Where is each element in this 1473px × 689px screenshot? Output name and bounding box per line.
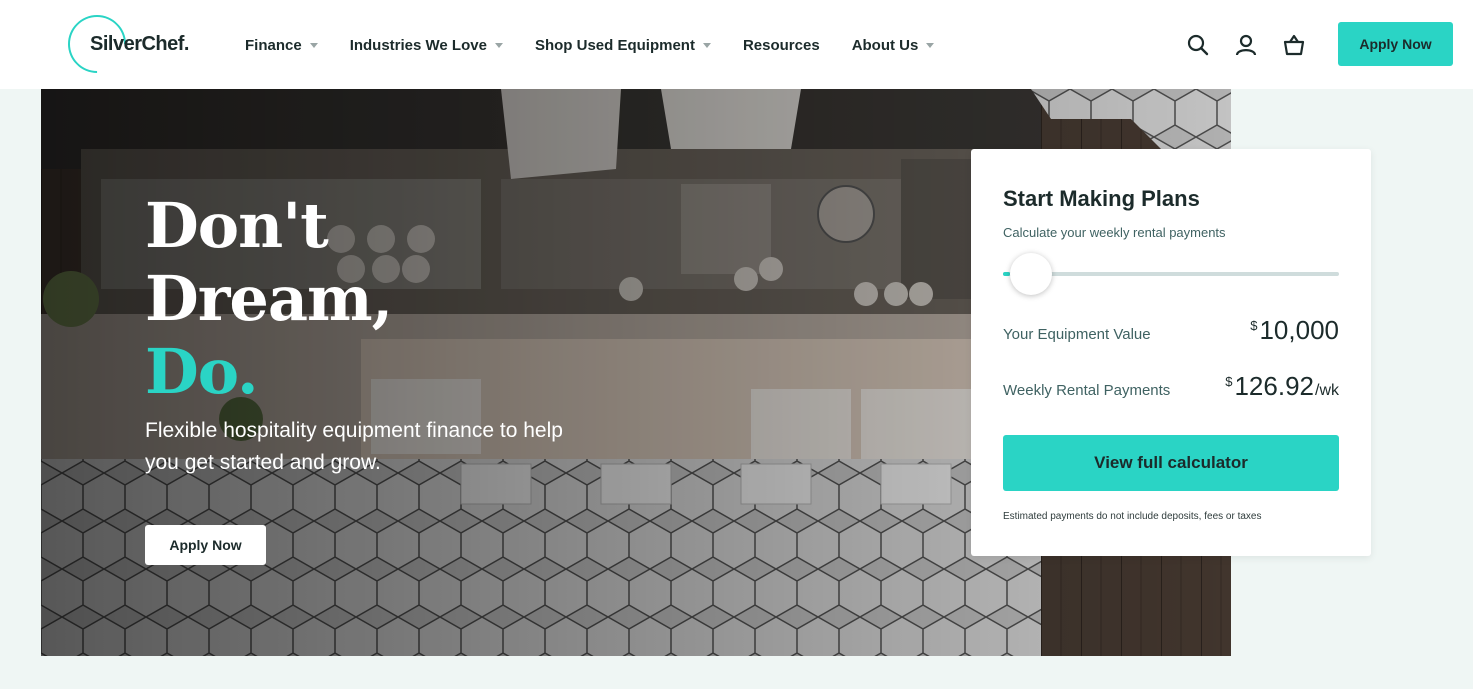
apply-now-button[interactable]: Apply Now	[1338, 22, 1453, 66]
slider-handle[interactable]	[1009, 253, 1052, 295]
logo-text: SilverChef.	[90, 33, 189, 55]
chevron-down-icon	[494, 42, 503, 48]
nav-item-label: Resources	[742, 36, 820, 54]
equipment-value-row: Your Equipment Value $10,000	[1003, 315, 1339, 346]
hero-apply-now-button[interactable]: Apply Now	[145, 525, 266, 565]
calculator-title: Start Making Plans	[1003, 186, 1200, 211]
weekly-payment-row: Weekly Rental Payments $126.92/wk	[1003, 371, 1339, 402]
nav-item-label: About Us	[851, 36, 919, 54]
nav-item-label: Shop Used Equipment	[534, 36, 695, 54]
equipment-value-amount: 10,000	[1259, 315, 1339, 345]
user-icon[interactable]	[1234, 33, 1258, 57]
chevron-down-icon	[702, 42, 711, 48]
rental-calculator-card: Start Making Plans Calculate your weekly…	[971, 149, 1371, 556]
weekly-unit: /wk	[1315, 382, 1339, 399]
calculator-disclaimer: Estimated payments do not include deposi…	[1003, 511, 1262, 522]
basket-icon[interactable]	[1282, 33, 1306, 57]
weekly-payment-amount: 126.92	[1234, 371, 1314, 401]
currency-symbol: $	[1250, 318, 1258, 333]
hero-headline: Don't Dream, Do.	[145, 189, 393, 408]
silverchef-logo[interactable]: SilverChef.	[55, 2, 192, 86]
search-icon[interactable]	[1186, 33, 1210, 57]
chevron-down-icon	[926, 42, 935, 48]
headline-line-2: Dream,	[145, 262, 393, 335]
equipment-value-label: Your Equipment Value	[1003, 326, 1151, 343]
calculator-subtitle: Calculate your weekly rental payments	[1003, 225, 1226, 240]
site-header: SilverChef. Finance Industries We Love S…	[0, 0, 1473, 89]
equipment-value: $10,000	[1250, 315, 1339, 346]
currency-symbol: $	[1225, 374, 1233, 389]
nav-item-label: Industries We Love	[349, 36, 487, 54]
hero-subtext: Flexible hospitality equipment finance t…	[145, 419, 563, 474]
nav-item-label: Finance	[245, 36, 302, 54]
nav-item-about-us[interactable]: About Us	[852, 37, 935, 54]
nav-item-shop-used-equipment[interactable]: Shop Used Equipment	[535, 37, 711, 54]
headline-line-3: Do.	[145, 335, 259, 408]
view-full-calculator-button[interactable]: View full calculator	[1003, 435, 1339, 491]
main-nav: Finance Industries We Love Shop Used Equ…	[245, 35, 966, 55]
nav-item-resources[interactable]: Resources	[743, 37, 820, 54]
weekly-payment-value: $126.92/wk	[1225, 371, 1339, 402]
equipment-value-slider[interactable]	[1003, 272, 1339, 276]
weekly-payment-label: Weekly Rental Payments	[1003, 382, 1171, 399]
nav-item-industries[interactable]: Industries We Love	[350, 37, 503, 54]
chevron-down-icon	[309, 42, 318, 48]
slider-fill	[1003, 272, 1010, 276]
headline-line-1: Don't	[145, 189, 329, 262]
nav-item-finance[interactable]: Finance	[245, 37, 318, 54]
